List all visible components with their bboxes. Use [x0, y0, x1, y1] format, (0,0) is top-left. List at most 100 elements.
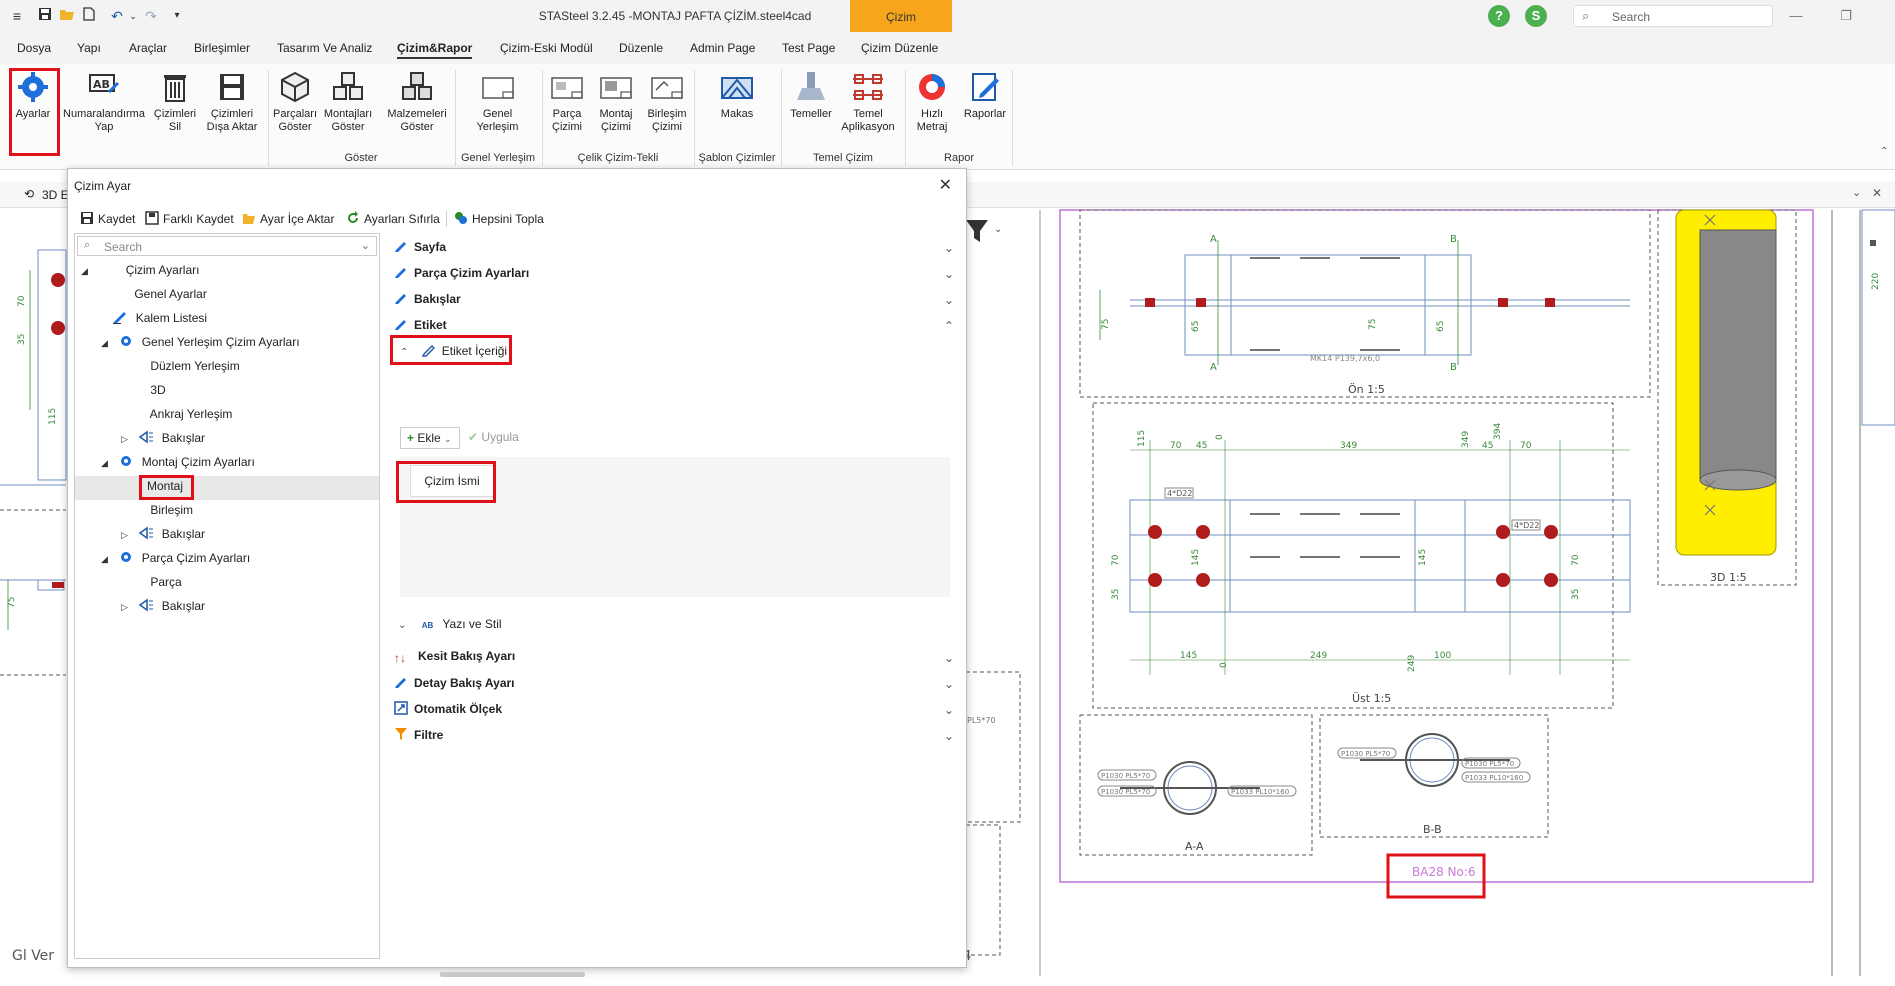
filter-button[interactable]: ⌄	[964, 218, 1004, 246]
menu-araclar[interactable]: Araçlar	[129, 41, 167, 55]
chevron-down-icon[interactable]: ⌄	[361, 239, 370, 252]
tree-item-bakislar-3[interactable]: ▷ Bakışlar	[121, 596, 205, 620]
bolt-label: 4*D22	[1514, 521, 1539, 530]
tab-3d[interactable]: 3D E	[42, 188, 69, 202]
temel-aplikasyon-button[interactable]: Temel Aplikasyon	[836, 70, 900, 134]
menu-test-page[interactable]: Test Page	[782, 41, 835, 55]
malzemeleri-goster-button[interactable]: Malzemeleri Göster	[382, 70, 452, 134]
user-avatar[interactable]: S	[1525, 5, 1547, 27]
section-detay-bakis[interactable]: Detay Bakış Ayarı ⌄	[394, 675, 954, 701]
cizimleri-disa-aktar-button[interactable]: Çizimleri Dışa Aktar	[202, 70, 262, 134]
tree-item-ankraj-yerlesim[interactable]: Ankraj Yerleşim	[121, 404, 233, 428]
menu-cizim-rapor[interactable]: Çizim&Rapor	[397, 41, 473, 59]
hepsini-topla-button[interactable]: Hepsini Topla	[454, 211, 544, 226]
section-filtre[interactable]: Filtre ⌄	[394, 727, 954, 753]
group-celik-cizim-tekli: Çelik Çizim-Tekli	[577, 152, 659, 164]
tree-item-montaj[interactable]: Montaj	[75, 476, 379, 500]
tree-expander-icon[interactable]: ◢	[101, 453, 115, 473]
edit-icon	[395, 268, 406, 278]
side-dim: 70	[1571, 554, 1581, 566]
subsection-yazi-stil[interactable]: ⌄ AB Yazı ve Stil	[398, 617, 502, 631]
highlight-montaj	[139, 475, 194, 500]
cizimleri-sil-button[interactable]: Çizimleri Sil	[152, 70, 198, 134]
section-otomatik-olcek[interactable]: Otomatik Ölçek ⌄	[394, 701, 954, 727]
tree-expander-icon[interactable]: ◢	[81, 261, 95, 281]
tree-expander-icon[interactable]: ▷	[121, 429, 135, 449]
tree-item-birlesim[interactable]: Birleşim	[121, 500, 193, 524]
tree-item-kalem-listesi[interactable]: Kalem Listesi	[101, 308, 207, 332]
ribbon-collapse-icon[interactable]: ⌃	[1880, 146, 1888, 157]
ribbon-separator	[905, 70, 906, 166]
svg-text:AB: AB	[93, 78, 110, 91]
search-icon: ⌕	[1582, 8, 1590, 23]
menu-dosya[interactable]: Dosya	[17, 41, 51, 55]
kaydet-button[interactable]: Kaydet	[80, 211, 135, 226]
tree-item-montaj-cizim-ayarlari[interactable]: ◢ Montaj Çizim Ayarları	[101, 452, 255, 476]
tree-item-genel-yerlesim[interactable]: ◢ Genel Yerleşim Çizim Ayarları	[101, 332, 300, 356]
chevron-up-icon[interactable]: ⌃	[944, 319, 954, 333]
ayar-ice-aktar-button[interactable]: Ayar İçe Aktar	[242, 211, 334, 226]
farkli-kaydet-button[interactable]: Farklı Kaydet	[145, 211, 234, 226]
raporlar-button[interactable]: Raporlar	[960, 70, 1010, 121]
top-side-dims: 70 35 145 145 70 35	[1111, 549, 1581, 600]
menu-cizim-duzenle[interactable]: Çizim Düzenle	[861, 41, 938, 55]
front-dim-3: 75	[1368, 319, 1378, 330]
montajlari-goster-button[interactable]: Montajları Göster	[322, 70, 374, 134]
chevron-down-icon[interactable]: ⌄	[944, 651, 954, 665]
menu-tasarim-analiz[interactable]: Tasarım Ve Analiz	[277, 41, 372, 55]
tree-item-parca[interactable]: Parça	[121, 572, 181, 596]
tree-search-input[interactable]: ⌕ Search ⌄	[77, 236, 377, 256]
parca-cizimi-button[interactable]: Parça Çizimi	[545, 70, 589, 134]
tree-expander-icon[interactable]: ◢	[101, 333, 115, 353]
hizli-metraj-button[interactable]: Hızlı Metraj	[908, 70, 956, 134]
left-dim-1: 70	[17, 295, 27, 307]
genel-yerlesim-button[interactable]: Genel Yerleşim	[465, 70, 530, 134]
section-bakislar[interactable]: Bakışlar ⌄	[394, 291, 954, 317]
birlesim-cizimi-button[interactable]: Birleşim Çizimi	[643, 70, 691, 134]
section-parca-cizim-ayarlari[interactable]: Parça Çizim Ayarları ⌄	[394, 265, 954, 291]
tree-item-bakislar-1[interactable]: ▷ Bakışlar	[121, 428, 205, 452]
chevron-down-icon[interactable]: ⌄	[944, 293, 954, 307]
tree-search-placeholder: Search	[104, 240, 143, 254]
chevron-down-icon[interactable]: ⌄	[944, 241, 954, 255]
uygula-button[interactable]: ✔ Uygula	[468, 430, 519, 444]
tree-expander-icon[interactable]: ▷	[121, 597, 135, 617]
menu-duzenle[interactable]: Düzenle	[619, 41, 663, 55]
minimize-icon[interactable]: —	[1785, 6, 1807, 26]
tree-item-parca-cizim-ayarlari[interactable]: ◢ Parça Çizim Ayarları	[101, 548, 250, 572]
ayarlari-sifirla-button[interactable]: Ayarları Sıfırla	[346, 211, 440, 226]
tree-item-3d[interactable]: 3D	[121, 380, 165, 404]
view-label-bb: B-B	[1423, 823, 1442, 836]
menu-birlesimler[interactable]: Birleşimler	[194, 41, 250, 55]
bolt-mark	[1148, 525, 1162, 539]
menu-admin-page[interactable]: Admin Page	[690, 41, 755, 55]
dialog-close-icon[interactable]: ✕	[939, 175, 952, 195]
montaj-cizimi-button[interactable]: Montaj Çizimi	[593, 70, 639, 134]
ekle-button[interactable]: + Ekle ⌄	[400, 427, 460, 449]
numaralandirma-button[interactable]: AB Numaralandırma Yap	[60, 70, 148, 134]
restore-icon[interactable]: ❐	[1835, 6, 1857, 26]
temeller-button[interactable]: Temeller	[786, 70, 836, 121]
chevron-down-icon[interactable]: ⌄	[944, 703, 954, 717]
chevron-down-icon[interactable]: ⌄	[398, 620, 406, 631]
tree-item-cizim-ayarlari[interactable]: ◢ Çizim Ayarları	[81, 260, 199, 284]
tree-item-bakislar-2[interactable]: ▷ Bakışlar	[121, 524, 205, 548]
makas-button[interactable]: Makas	[712, 70, 762, 121]
search-input[interactable]: ⌕ Search	[1573, 5, 1773, 27]
chevron-down-icon[interactable]: ⌄	[944, 267, 954, 281]
section-kesit-bakis[interactable]: ↑↓ Kesit Bakış Ayarı ⌄	[394, 649, 954, 675]
tree-expander-icon[interactable]: ▷	[121, 525, 135, 545]
menu-yapi[interactable]: Yapı	[77, 41, 101, 55]
chevron-down-icon[interactable]: ⌄	[944, 729, 954, 743]
tree-expander-icon[interactable]: ◢	[101, 549, 115, 569]
tree-item-duzlem-yerlesim[interactable]: Düzlem Yerleşim	[121, 356, 239, 380]
horizontal-scrollbar[interactable]	[440, 972, 585, 977]
tab-close-icon[interactable]: ✕	[1872, 186, 1882, 200]
menu-cizim-eski-modul[interactable]: Çizim-Eski Modül	[500, 41, 593, 55]
tabs-dropdown-icon[interactable]: ⌄	[1852, 186, 1861, 199]
help-icon[interactable]: ?	[1488, 5, 1510, 27]
chevron-down-icon[interactable]: ⌄	[944, 677, 954, 691]
tree-item-genel-ayarlar[interactable]: Genel Ayarlar	[101, 284, 207, 308]
parcalari-goster-button[interactable]: Parçaları Göster	[270, 70, 320, 134]
section-sayfa[interactable]: Sayfa ⌄	[394, 239, 954, 265]
